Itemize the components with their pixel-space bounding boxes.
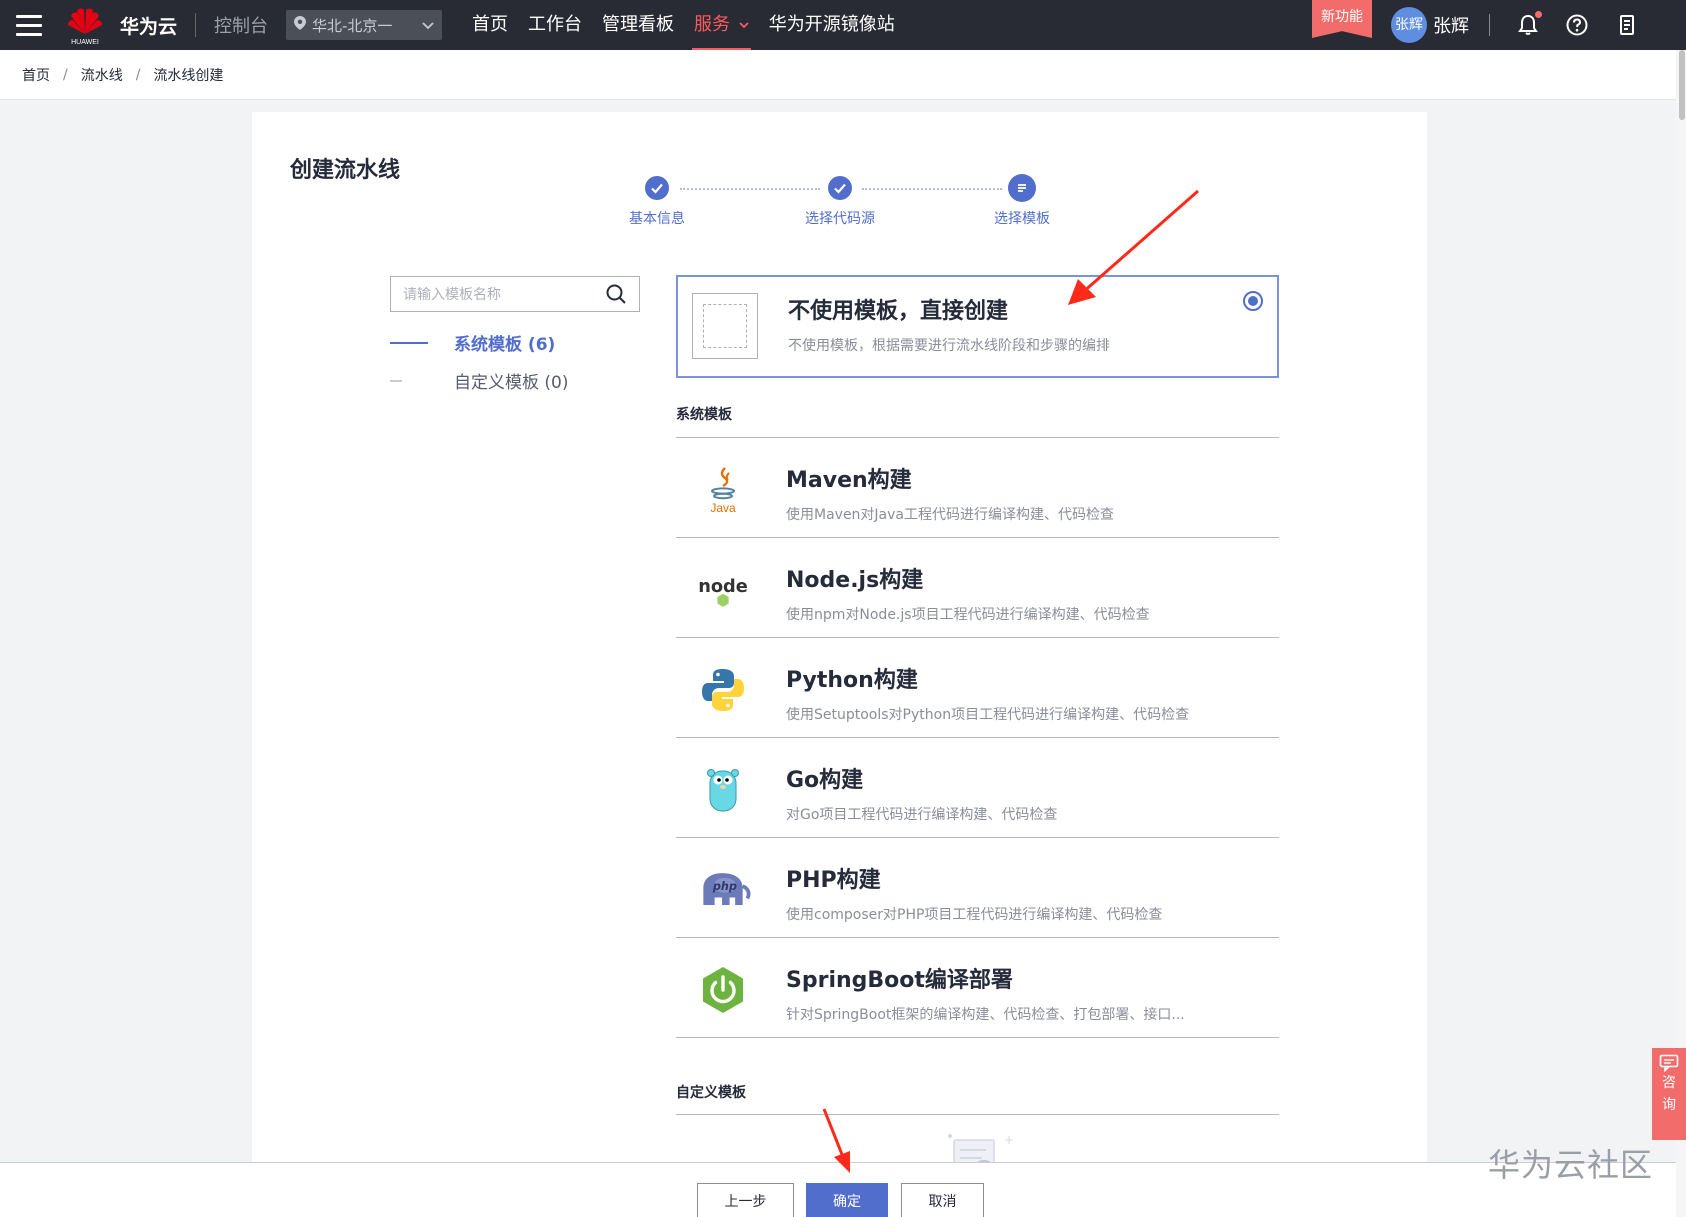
template-maven[interactable]: Java Maven构建 使用Maven对Java工程代码进行编译构建、代码检查 (676, 438, 1279, 538)
svg-text:php: php (712, 880, 737, 893)
search-input[interactable] (403, 286, 605, 302)
springboot-power-icon (694, 964, 752, 1016)
search-icon[interactable] (605, 283, 627, 305)
region-label: 华北-北京一 (312, 16, 393, 35)
huawei-flower-icon (68, 8, 102, 34)
cancel-button[interactable]: 取消 (901, 1183, 984, 1217)
template-nodejs[interactable]: node Node.js构建 使用npm对Node.js项目工程代码进行编译构建… (676, 538, 1279, 638)
active-indicator (390, 341, 428, 344)
category-label: 自定义模板 (0) (454, 373, 569, 393)
nav-mirror-site[interactable]: 华为开源镜像站 (759, 0, 905, 50)
menu-icon[interactable] (16, 14, 42, 36)
divider (1489, 14, 1490, 36)
step-current-list-icon (1008, 174, 1036, 202)
create-pipeline-card: 创建流水线 基本信息 选择代码源 选择模板 系统模板 (6) 自定义模板 (0)… (252, 112, 1427, 1217)
template-springboot[interactable]: SpringBoot编译部署 针对SpringBoot框架的编译构建、代码检查、… (676, 938, 1279, 1038)
top-navigation-bar: HUAWEI 华为云 控制台 华北-北京一 首页 工作台 管理看板 服务 华为开… (0, 0, 1686, 50)
template-description: 使用npm对Node.js项目工程代码进行编译构建、代码检查 (786, 607, 1150, 623)
breadcrumb: 首页 / 流水线 / 流水线创建 (0, 50, 1686, 100)
step-indicator: 基本信息 选择代码源 选择模板 (252, 174, 1427, 236)
divider (195, 13, 197, 37)
scrollbar-track[interactable] (1676, 50, 1686, 1217)
breadcrumb-home[interactable]: 首页 (22, 65, 50, 85)
section-title-custom: 自定义模板 (676, 1085, 746, 1101)
template-description: 不使用模板，根据需要进行流水线阶段和步骤的编排 (788, 338, 1110, 354)
watermark: 华为云社区 (1488, 1146, 1654, 1184)
category-label: 系统模板 (6) (454, 335, 556, 355)
inactive-indicator (390, 379, 402, 382)
chat-icon (1659, 1054, 1679, 1072)
svg-text:+: + (1004, 1133, 1014, 1147)
step-label-select-template: 选择模板 (994, 211, 1050, 227)
section-divider (676, 1114, 1279, 1115)
php-elephant-icon: php (694, 864, 752, 916)
step-done-check-icon (645, 176, 669, 200)
scrollbar-thumb[interactable] (1679, 50, 1685, 120)
footer-action-bar: 上一步 确定 取消 (0, 1162, 1676, 1217)
category-system-templates[interactable]: 系统模板 (6) (390, 330, 555, 355)
step-label-basic-info: 基本信息 (629, 211, 685, 227)
clipboard-icon[interactable] (1614, 12, 1640, 38)
consult-char: 询 (1662, 1097, 1676, 1113)
nav-services[interactable]: 服务 (684, 0, 759, 50)
template-description: 针对SpringBoot框架的编译构建、代码检查、打包部署、接口... (786, 1007, 1185, 1023)
nav-home[interactable]: 首页 (462, 0, 518, 50)
template-description: 使用composer对PHP项目工程代码进行编译构建、代码检查 (786, 907, 1163, 923)
template-python[interactable]: Python构建 使用Setuptools对Python项目工程代码进行编译构建… (676, 638, 1279, 738)
category-custom-templates[interactable]: 自定义模板 (0) (390, 368, 568, 393)
step-connector (862, 188, 1002, 190)
location-pin-icon (294, 16, 307, 34)
svg-text:Java: Java (710, 501, 736, 515)
step-done-check-icon (828, 176, 852, 200)
blank-template-option[interactable]: 不使用模板，直接创建 不使用模板，根据需要进行流水线阶段和步骤的编排 (676, 275, 1279, 378)
consult-widget[interactable]: 咨 询 (1652, 1048, 1686, 1140)
chevron-down-icon (422, 16, 434, 34)
nav-dashboard[interactable]: 管理看板 (592, 0, 684, 50)
prev-step-button[interactable]: 上一步 (697, 1183, 794, 1217)
template-title: 不使用模板，直接创建 (788, 299, 1009, 324)
python-icon (694, 664, 752, 716)
help-icon[interactable] (1564, 12, 1590, 38)
template-title: PHP构建 (786, 868, 881, 893)
template-title: Go构建 (786, 768, 864, 793)
huawei-logo[interactable]: HUAWEI (64, 4, 106, 46)
avatar[interactable]: 张辉 (1391, 7, 1427, 43)
template-search (390, 276, 640, 312)
template-description: 使用Maven对Java工程代码进行编译构建、代码检查 (786, 507, 1115, 523)
console-link[interactable]: 控制台 (214, 12, 268, 38)
notification-dot (1535, 11, 1542, 18)
step-label-code-source: 选择代码源 (805, 211, 875, 227)
confirm-button[interactable]: 确定 (806, 1183, 888, 1217)
template-title: Python构建 (786, 668, 918, 693)
blank-template-thumbnail (692, 293, 758, 359)
brand-name[interactable]: 华为云 (120, 12, 177, 39)
nodejs-icon: node (694, 564, 752, 616)
nav-workbench[interactable]: 工作台 (518, 0, 592, 50)
new-feature-badge[interactable]: 新功能 (1312, 0, 1372, 38)
template-title: Node.js构建 (786, 568, 924, 593)
breadcrumb-pipeline[interactable]: 流水线 (81, 65, 123, 85)
breadcrumb-separator: / (63, 66, 68, 83)
breadcrumb-separator: / (135, 66, 141, 83)
template-go[interactable]: Go构建 对Go项目工程代码进行编译构建、代码检查 (676, 738, 1279, 838)
region-selector[interactable]: 华北-北京一 (286, 10, 443, 40)
template-description: 使用Setuptools对Python项目工程代码进行编译构建、代码检查 (786, 707, 1190, 723)
nav-services-label: 服务 (694, 14, 731, 35)
consult-char: 咨 (1662, 1075, 1676, 1091)
main-nav: 首页 工作台 管理看板 服务 华为开源镜像站 (462, 0, 905, 50)
step-connector (680, 188, 820, 190)
template-radio-selected[interactable] (1243, 291, 1263, 311)
template-title: Maven构建 (786, 468, 912, 493)
breadcrumb-current: 流水线创建 (153, 67, 224, 84)
template-description: 对Go项目工程代码进行编译构建、代码检查 (786, 807, 1058, 823)
logo-text: HUAWEI (71, 39, 99, 46)
username[interactable]: 张辉 (1433, 12, 1469, 38)
template-title: SpringBoot编译部署 (786, 968, 1013, 993)
chevron-down-icon (739, 21, 749, 28)
template-php[interactable]: php PHP构建 使用composer对PHP项目工程代码进行编译构建、代码检… (676, 838, 1279, 938)
go-gopher-icon (694, 764, 752, 816)
java-icon: Java (694, 464, 752, 516)
section-title-system: 系统模板 (676, 407, 732, 423)
